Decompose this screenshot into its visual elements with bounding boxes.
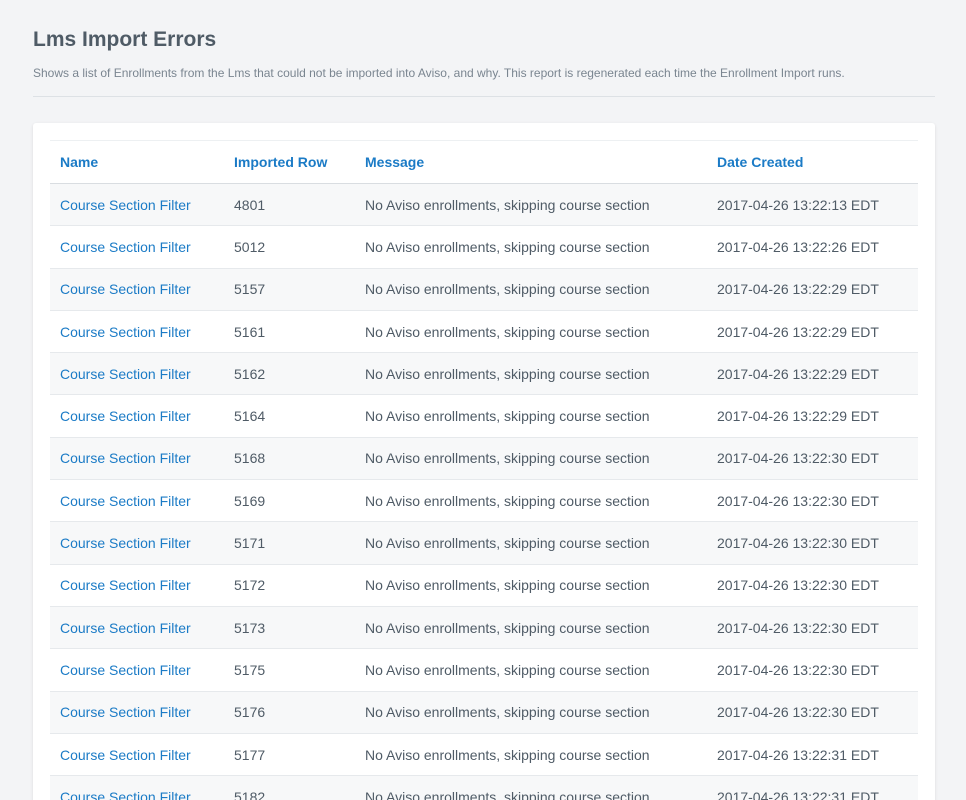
message-cell: No Aviso enrollments, skipping course se…: [355, 479, 707, 523]
date-created-cell: 2017-04-26 13:22:30 EDT: [707, 521, 918, 565]
imported-row-cell: 5157: [224, 268, 355, 311]
imported-row-cell: 5173: [224, 606, 355, 650]
message-cell: No Aviso enrollments, skipping course se…: [355, 564, 707, 607]
name-link[interactable]: Course Section Filter: [50, 775, 224, 800]
imported-row-cell: 5172: [224, 564, 355, 607]
name-link[interactable]: Course Section Filter: [50, 691, 224, 734]
date-created-cell: 2017-04-26 13:22:29 EDT: [707, 268, 918, 311]
date-created-cell: 2017-04-26 13:22:29 EDT: [707, 310, 918, 354]
table-row: Course Section Filter 5164 No Aviso enroll…: [50, 394, 918, 438]
table-row: Course Section Filter 5157 No Aviso enroll…: [50, 268, 918, 311]
table-row: Course Section Filter 5161 No Aviso enroll…: [50, 310, 918, 354]
imported-row-cell: 4801: [224, 183, 355, 227]
page-description: Shows a list of Enrollments from the Lms…: [33, 66, 845, 80]
message-cell: No Aviso enrollments, skipping course se…: [355, 606, 707, 650]
imported-row-cell: 5012: [224, 225, 355, 269]
message-cell: No Aviso enrollments, skipping course se…: [355, 521, 707, 565]
import-errors-table: Name Imported Row Message Date Created C…: [50, 140, 918, 800]
date-created-cell: 2017-04-26 13:22:30 EDT: [707, 691, 918, 734]
date-created-cell: 2017-04-26 13:22:30 EDT: [707, 648, 918, 692]
imported-row-cell: 5164: [224, 394, 355, 438]
column-header-name[interactable]: Name: [50, 140, 224, 184]
message-cell: No Aviso enrollments, skipping course se…: [355, 648, 707, 692]
date-created-cell: 2017-04-26 13:22:29 EDT: [707, 352, 918, 396]
table-header-row: Name Imported Row Message Date Created: [50, 140, 918, 184]
imported-row-cell: 5161: [224, 310, 355, 354]
date-created-cell: 2017-04-26 13:22:31 EDT: [707, 733, 918, 777]
table-row: Course Section Filter 5162 No Aviso enroll…: [50, 352, 918, 396]
table-row: Course Section Filter 5168 No Aviso enroll…: [50, 437, 918, 481]
table-row: Course Section Filter 5169 No Aviso enroll…: [50, 479, 918, 523]
date-created-cell: 2017-04-26 13:22:30 EDT: [707, 606, 918, 650]
table-row: Course Section Filter 5173 No Aviso enroll…: [50, 606, 918, 650]
column-header-date-created[interactable]: Date Created: [707, 140, 918, 184]
imported-row-cell: 5169: [224, 479, 355, 523]
table-row: Course Section Filter 5171 No Aviso enroll…: [50, 521, 918, 565]
message-cell: No Aviso enrollments, skipping course se…: [355, 437, 707, 481]
message-cell: No Aviso enrollments, skipping course se…: [355, 268, 707, 311]
table-row: Course Section Filter 5177 No Aviso enroll…: [50, 733, 918, 777]
message-cell: No Aviso enrollments, skipping course se…: [355, 733, 707, 777]
name-link[interactable]: Course Section Filter: [50, 268, 224, 311]
table-row: Course Section Filter 4801 No Aviso enroll…: [50, 183, 918, 227]
table-row: Course Section Filter 5176 No Aviso enroll…: [50, 691, 918, 734]
table-row: Course Section Filter 5175 No Aviso enroll…: [50, 648, 918, 692]
date-created-cell: 2017-04-26 13:22:29 EDT: [707, 394, 918, 438]
message-cell: No Aviso enrollments, skipping course se…: [355, 691, 707, 734]
date-created-cell: 2017-04-26 13:22:13 EDT: [707, 183, 918, 227]
report-card: Name Imported Row Message Date Created C…: [33, 123, 935, 800]
message-cell: No Aviso enrollments, skipping course se…: [355, 352, 707, 396]
name-link[interactable]: Course Section Filter: [50, 394, 224, 438]
message-cell: No Aviso enrollments, skipping course se…: [355, 775, 707, 800]
table-row: Course Section Filter 5012 No Aviso enroll…: [50, 225, 918, 269]
name-link[interactable]: Course Section Filter: [50, 183, 224, 227]
name-link[interactable]: Course Section Filter: [50, 606, 224, 650]
message-cell: No Aviso enrollments, skipping course se…: [355, 394, 707, 438]
table-body: Course Section Filter 4801 No Aviso enroll…: [50, 183, 918, 800]
date-created-cell: 2017-04-26 13:22:31 EDT: [707, 775, 918, 800]
name-link[interactable]: Course Section Filter: [50, 648, 224, 692]
name-link[interactable]: Course Section Filter: [50, 437, 224, 481]
message-cell: No Aviso enrollments, skipping course se…: [355, 183, 707, 227]
date-created-cell: 2017-04-26 13:22:30 EDT: [707, 479, 918, 523]
imported-row-cell: 5177: [224, 733, 355, 777]
name-link[interactable]: Course Section Filter: [50, 521, 224, 565]
page: Lms Import Errors Shows a list of Enroll…: [0, 0, 966, 800]
date-created-cell: 2017-04-26 13:22:30 EDT: [707, 437, 918, 481]
name-link[interactable]: Course Section Filter: [50, 479, 224, 523]
imported-row-cell: 5175: [224, 648, 355, 692]
name-link[interactable]: Course Section Filter: [50, 733, 224, 777]
column-header-message[interactable]: Message: [355, 140, 707, 184]
name-link[interactable]: Course Section Filter: [50, 564, 224, 607]
name-link[interactable]: Course Section Filter: [50, 310, 224, 354]
imported-row-cell: 5162: [224, 352, 355, 396]
date-created-cell: 2017-04-26 13:22:30 EDT: [707, 564, 918, 607]
imported-row-cell: 5176: [224, 691, 355, 734]
date-created-cell: 2017-04-26 13:22:26 EDT: [707, 225, 918, 269]
message-cell: No Aviso enrollments, skipping course se…: [355, 225, 707, 269]
page-title: Lms Import Errors: [33, 28, 217, 51]
header-divider: [33, 96, 935, 97]
name-link[interactable]: Course Section Filter: [50, 352, 224, 396]
table-row: Course Section Filter 5182 No Aviso enroll…: [50, 775, 918, 800]
message-cell: No Aviso enrollments, skipping course se…: [355, 310, 707, 354]
imported-row-cell: 5171: [224, 521, 355, 565]
imported-row-cell: 5168: [224, 437, 355, 481]
table-row: Course Section Filter 5172 No Aviso enroll…: [50, 564, 918, 607]
column-header-imported-row[interactable]: Imported Row: [224, 140, 355, 184]
imported-row-cell: 5182: [224, 775, 355, 800]
name-link[interactable]: Course Section Filter: [50, 225, 224, 269]
